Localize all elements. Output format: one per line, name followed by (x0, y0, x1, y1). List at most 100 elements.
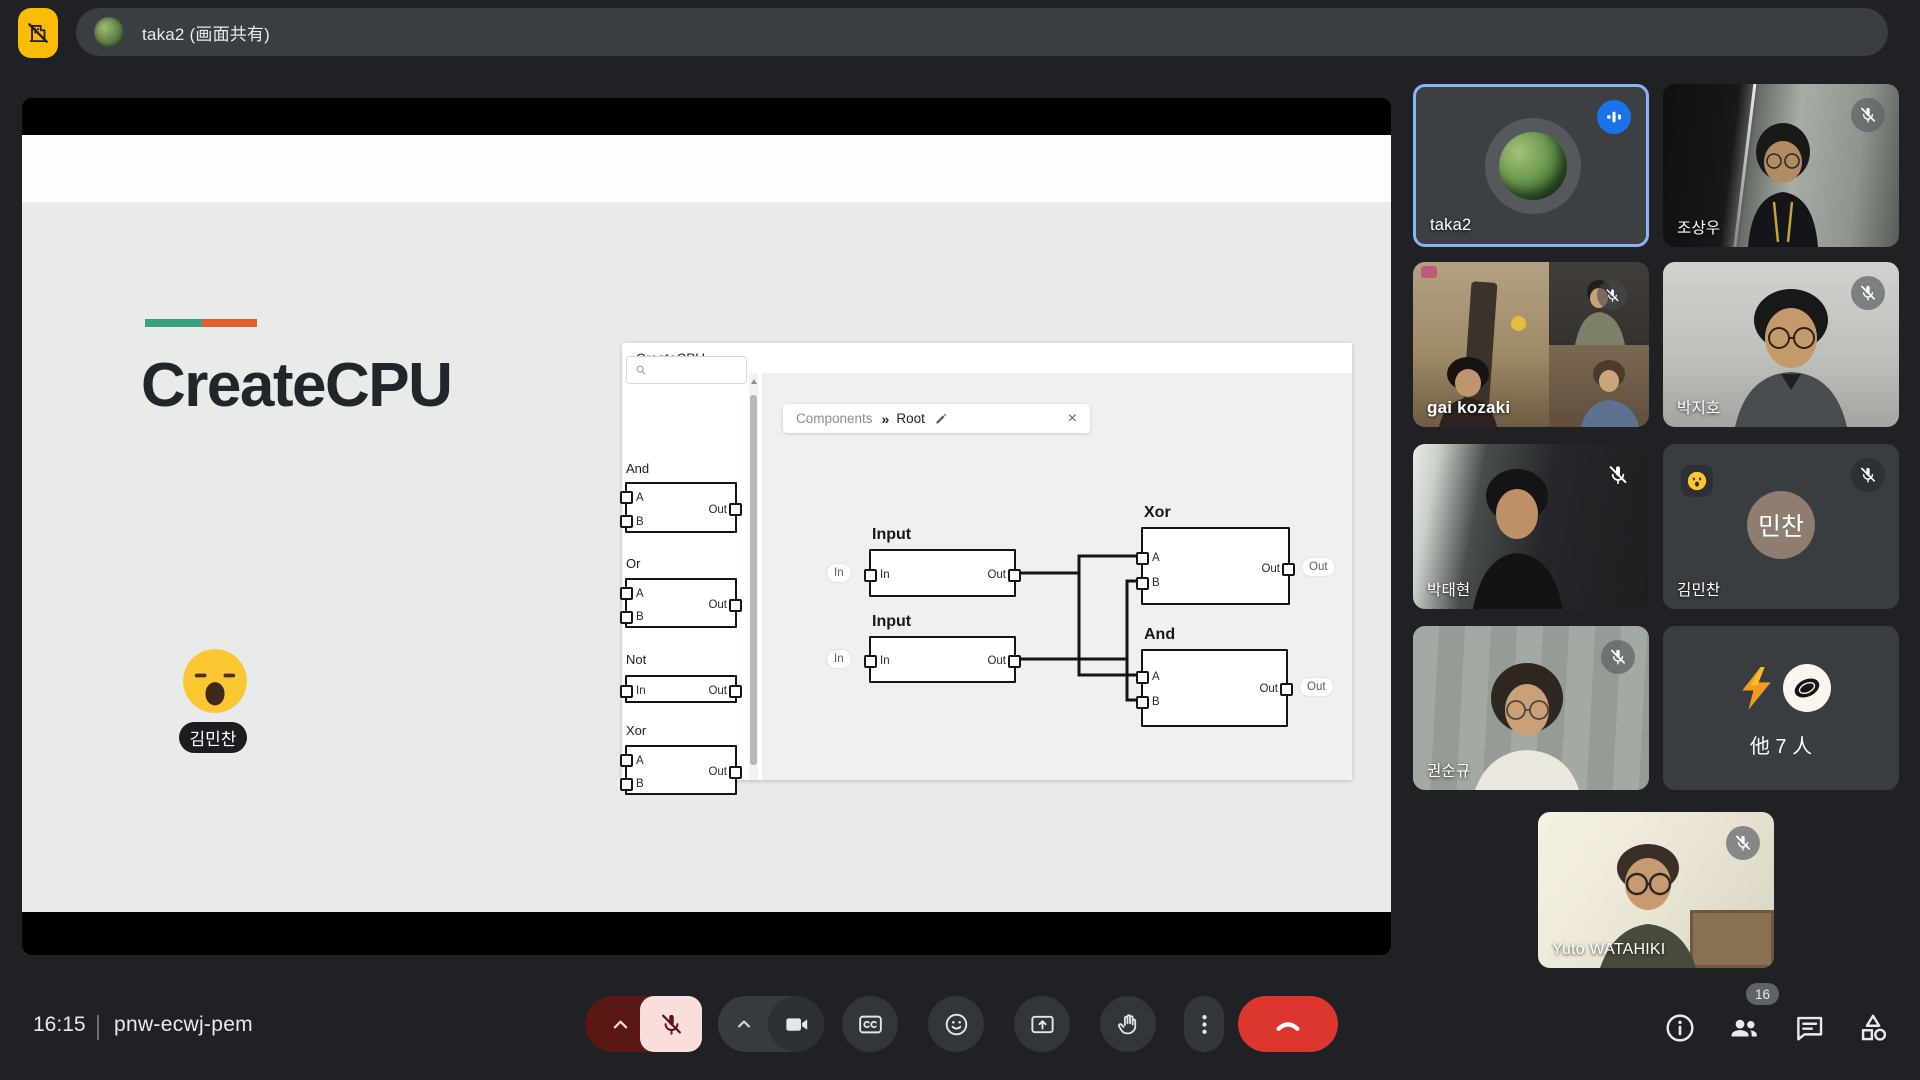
port-label: B (1152, 696, 1160, 708)
port[interactable] (620, 611, 633, 624)
port[interactable] (1136, 671, 1149, 684)
breadcrumb-components[interactable]: Components (796, 411, 873, 426)
node-label-and: And (1144, 626, 1175, 644)
surprised-face-icon (1686, 470, 1708, 492)
people-button[interactable] (1727, 1011, 1761, 1045)
building-disabled-icon (25, 20, 51, 46)
mic-toggle-button[interactable] (640, 996, 702, 1052)
activities-button[interactable] (1856, 1011, 1890, 1045)
canvas-node-input[interactable]: InOut (869, 549, 1016, 597)
port-label: Out (1261, 563, 1280, 575)
tile-kwonsunkyu[interactable]: 권순규 (1413, 626, 1649, 790)
chevron-up-icon (732, 1012, 756, 1036)
tile-others[interactable]: 他 7 人 (1663, 626, 1899, 790)
mic-off-icon (1601, 640, 1635, 674)
mic-off-icon (1851, 98, 1885, 132)
component-palette-panel (622, 373, 762, 780)
port[interactable] (620, 587, 633, 600)
port-label: In (636, 685, 646, 697)
participant-name: 조상우 (1677, 216, 1720, 238)
tile-gai-kozaki[interactable]: gai kozaki (1413, 262, 1649, 427)
port[interactable] (729, 685, 742, 698)
external-port-pill: Out (1300, 678, 1333, 696)
port[interactable] (729, 599, 742, 612)
port[interactable] (864, 569, 877, 582)
port[interactable] (864, 655, 877, 668)
shared-screen[interactable]: CreateCPU 김민찬 CreateCPU AndABOutOrABOutN… (22, 98, 1391, 955)
port-label: Out (708, 504, 727, 516)
port[interactable] (1280, 683, 1293, 696)
port[interactable] (729, 503, 742, 516)
chevron-up-icon (607, 1011, 634, 1038)
present-button[interactable] (1014, 996, 1070, 1052)
avatar: 민찬 (1747, 491, 1815, 559)
port-label: Out (987, 655, 1006, 667)
presenter-avatar (94, 17, 124, 47)
tile-josangwoo[interactable]: 조상우 (1663, 84, 1899, 247)
reactions-button[interactable] (928, 996, 984, 1052)
scrollbar-up-arrow[interactable] (751, 379, 757, 384)
palette-gate-or[interactable]: ABOut (625, 578, 737, 628)
reaction-emoji (180, 647, 250, 720)
port[interactable] (620, 778, 633, 791)
speaking-indicator-icon (1597, 100, 1631, 134)
scrollbar-thumb[interactable] (750, 395, 757, 765)
clock: 16:15 (33, 1013, 86, 1037)
search-input[interactable] (652, 362, 742, 378)
port-label: A (636, 755, 644, 767)
canvas-node-and[interactable]: ABOut (1141, 649, 1288, 727)
share-title: taka2 (画面共有) (142, 20, 270, 45)
external-port-pill: In (827, 564, 851, 582)
palette-search-box[interactable] (626, 356, 747, 384)
present-screen-icon (1029, 1011, 1056, 1038)
rename-pencil-icon[interactable] (934, 411, 949, 426)
breadcrumb-root[interactable]: Root (896, 411, 925, 426)
slide-top-band (22, 135, 1391, 202)
palette-gate-xor[interactable]: ABOut (625, 745, 737, 795)
more-options-button[interactable] (1184, 996, 1224, 1052)
close-icon[interactable]: × (1068, 411, 1077, 427)
palette-gate-label-and: And (626, 461, 649, 476)
canvas-node-input[interactable]: InOut (869, 636, 1016, 683)
port[interactable] (1136, 577, 1149, 590)
participant-name: 박지호 (1677, 396, 1720, 418)
port[interactable] (620, 754, 633, 767)
lightning-avatar (1733, 665, 1780, 712)
node-label-xor: Xor (1144, 504, 1171, 522)
captions-button[interactable] (842, 996, 898, 1052)
tile-taka2[interactable]: taka2 (1413, 84, 1649, 247)
emoji-smile-icon (943, 1011, 970, 1038)
port[interactable] (1136, 552, 1149, 565)
more-vert-icon (1191, 1011, 1218, 1038)
circuit-editor-window: CreateCPU AndABOutOrABOutNotInOutXorABOu… (622, 343, 1352, 780)
tile-yuto[interactable]: Yuto WATAHIKI (1538, 812, 1774, 968)
port[interactable] (1008, 569, 1021, 582)
port[interactable] (729, 766, 742, 779)
raise-hand-button[interactable] (1100, 996, 1156, 1052)
node-label-input: Input (872, 613, 911, 631)
port[interactable] (620, 685, 633, 698)
meeting-details-button[interactable] (1663, 1011, 1697, 1045)
chat-button[interactable] (1792, 1011, 1826, 1045)
mic-off-icon (658, 1011, 685, 1038)
port[interactable] (620, 491, 633, 504)
divider (97, 1015, 99, 1040)
external-port-pill: In (827, 650, 851, 668)
port[interactable] (620, 515, 633, 528)
tile-parktaehyun[interactable]: 박태현 (1413, 444, 1649, 609)
port[interactable] (1136, 696, 1149, 709)
participant-name: taka2 (1430, 216, 1471, 235)
port[interactable] (1282, 563, 1295, 576)
tile-kimminchan[interactable]: 민찬 김민찬 (1663, 444, 1899, 609)
participant-name: 박태현 (1427, 578, 1470, 600)
tile-parkjiho[interactable]: 박지호 (1663, 262, 1899, 427)
palette-gate-not[interactable]: InOut (625, 675, 737, 703)
port-label: B (1152, 577, 1160, 589)
external-warning-button[interactable] (18, 8, 58, 58)
camera-toggle-button[interactable] (768, 996, 824, 1052)
canvas-node-xor[interactable]: ABOut (1141, 527, 1290, 605)
palette-gate-label-xor: Xor (626, 723, 646, 738)
port[interactable] (1008, 655, 1021, 668)
palette-gate-and[interactable]: ABOut (625, 482, 737, 533)
end-call-button[interactable] (1238, 996, 1338, 1052)
